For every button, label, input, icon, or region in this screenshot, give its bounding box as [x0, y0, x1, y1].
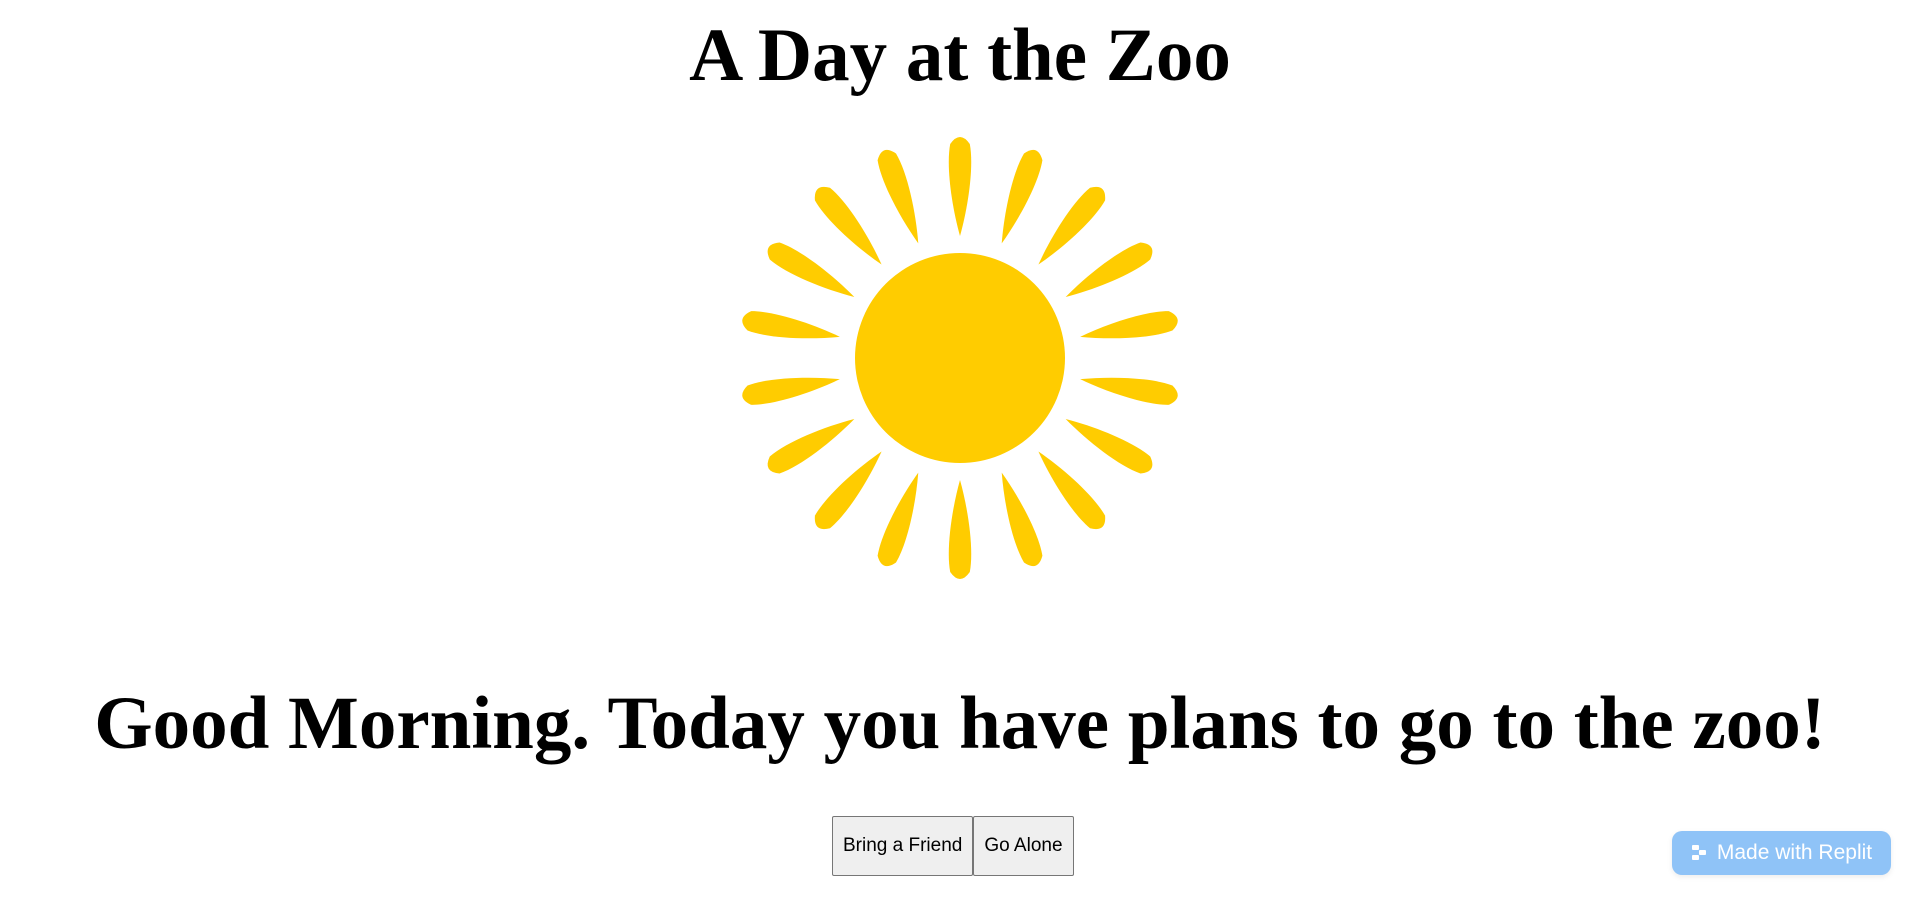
sun-ray [1001, 149, 1043, 244]
sun-ray [814, 186, 882, 265]
sun-ray [877, 472, 919, 567]
sun-ray [948, 480, 972, 579]
sun-ray [767, 419, 855, 474]
badge-label: Made with Replit [1716, 841, 1873, 864]
sun-ray [948, 137, 972, 236]
choice-buttons: Bring a Friend Go Alone [832, 816, 1074, 876]
sun-ray [1080, 377, 1178, 405]
sun-icon [742, 137, 1178, 579]
sun-ray [1080, 311, 1178, 339]
replit-icon [1691, 845, 1706, 860]
page-title: A Day at the Zoo [689, 14, 1231, 97]
sun-ray [767, 242, 855, 297]
made-with-replit-badge[interactable]: Made with Replit [1672, 831, 1891, 875]
sun-ray [877, 149, 919, 244]
sun-ray [1065, 242, 1153, 297]
sun-ray [1065, 419, 1153, 474]
headline: Good Morning. Today you have plans to go… [94, 682, 1826, 765]
sun-ray [814, 451, 882, 530]
sun-ray [742, 377, 840, 405]
sun-ray [1038, 451, 1106, 530]
bring-a-friend-button[interactable]: Bring a Friend [832, 816, 974, 876]
sun-ray [1038, 186, 1106, 265]
go-alone-button[interactable]: Go Alone [973, 816, 1074, 876]
sun-ray [742, 311, 840, 339]
sun-image [742, 136, 1182, 584]
sun-ray [1001, 472, 1043, 567]
sun-disc [855, 253, 1065, 463]
